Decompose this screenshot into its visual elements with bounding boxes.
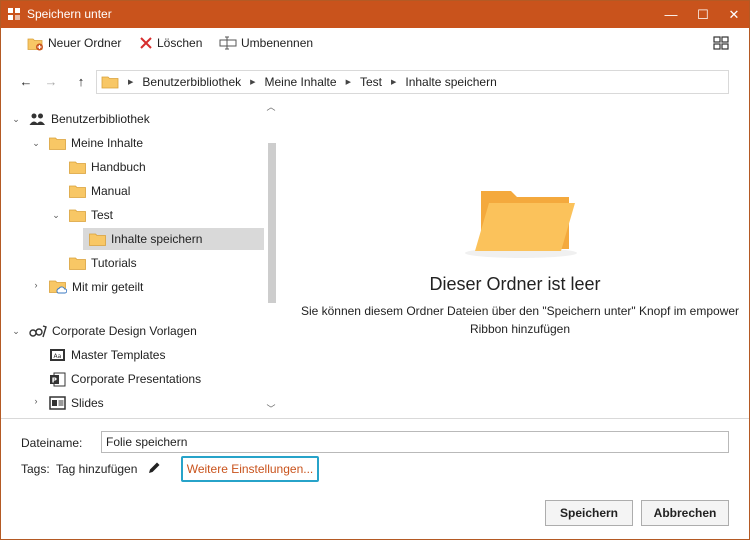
breadcrumb-item[interactable]: Test [360, 75, 382, 89]
view-grid-icon[interactable] [713, 35, 729, 51]
save-as-dialog: Speichern unter — ☐ ✕ Neuer Ordner Lösch… [0, 0, 750, 540]
breadcrumb-item[interactable]: Meine Inhalte [265, 75, 337, 89]
tree-item-slides[interactable]: Slides [49, 392, 104, 414]
scroll-down-icon[interactable]: ﹀ [264, 402, 278, 416]
tree-label: Handbuch [91, 160, 146, 174]
rename-label: Umbenennen [241, 36, 314, 50]
empty-description-line: Sie können diesem Ordner Dateien über de… [300, 304, 740, 318]
folder-icon [69, 257, 86, 270]
save-form: Dateiname: Tags: Tag hinzufügen Weitere … [1, 419, 749, 539]
tree-label: Master Templates [71, 348, 166, 362]
tree-item-user-library[interactable]: Benutzerbibliothek [29, 108, 150, 130]
folder-content-area: Dieser Ordner ist leer Sie können diesem… [281, 98, 749, 418]
folder-icon [69, 185, 86, 198]
close-button[interactable]: ✕ [719, 1, 749, 28]
tree-item-handbuch[interactable]: Handbuch [69, 156, 146, 178]
chevron-down-icon[interactable]: ⌄ [11, 114, 21, 125]
new-folder-icon [27, 38, 43, 50]
tree-item-manual[interactable]: Manual [69, 180, 130, 202]
folder-icon [69, 209, 86, 222]
empty-description-line: Ribbon hinzufügen [469, 322, 571, 336]
chevron-right-icon: ▶ [345, 79, 351, 86]
breadcrumb-item[interactable]: Benutzerbibliothek [142, 75, 241, 89]
tree-item-tutorials[interactable]: Tutorials [69, 252, 137, 274]
chevron-right-icon[interactable]: › [31, 396, 41, 406]
tree-label: Mit mir geteilt [72, 280, 144, 294]
tree-label: Benutzerbibliothek [51, 112, 150, 126]
more-settings-link[interactable]: Weitere Einstellungen... [181, 456, 319, 482]
cancel-button[interactable]: Abbrechen [641, 500, 729, 526]
filename-input[interactable] [101, 431, 729, 453]
empty-folder-icon [465, 191, 577, 258]
tree-label: Slides [71, 396, 104, 410]
chevron-down-icon[interactable]: ⌄ [51, 210, 61, 221]
tree-label: Inhalte speichern [111, 232, 203, 246]
scrollbar-thumb[interactable] [268, 143, 276, 303]
tree-item-cd-templates[interactable]: Corporate Design Vorlagen [29, 320, 197, 342]
app-logo-icon [8, 8, 20, 20]
forward-button[interactable]: → [43, 74, 59, 90]
tree-item-shared-with-me[interactable]: Mit mir geteilt [49, 276, 143, 298]
tree-label: Corporate Design Vorlagen [52, 324, 197, 338]
folder-tree: ⌄ Benutzerbibliothek ⌄ Meine Inhalte Han… [1, 98, 281, 418]
tree-label: Tutorials [91, 256, 137, 270]
tree-label: Test [91, 208, 114, 222]
address-bar[interactable]: ▶ Benutzerbibliothek ▶ Meine Inhalte ▶ T… [96, 70, 729, 94]
tree-label: Manual [91, 184, 131, 198]
minimize-button[interactable]: — [656, 1, 686, 28]
chevron-right-icon[interactable]: › [31, 280, 41, 290]
toolbar: Neuer Ordner Löschen Umbenennen [1, 28, 749, 58]
tree-item-corporate-presentations[interactable]: P Corporate Presentations [49, 368, 201, 390]
tags-label: Tags: [21, 462, 50, 476]
svg-text:P: P [52, 376, 57, 384]
window-title: Speichern unter [27, 7, 112, 21]
chevron-down-icon[interactable]: ⌄ [11, 326, 21, 337]
users-icon [29, 113, 45, 125]
tree-item-save-content[interactable]: Inhalte speichern [83, 228, 264, 250]
tree-label: Corporate Presentations [71, 372, 202, 386]
powerpoint-icon: P [50, 372, 66, 386]
slides-icon [49, 396, 66, 410]
tree-label: Meine Inhalte [71, 136, 144, 150]
delete-button[interactable]: Löschen [139, 34, 202, 52]
folder-icon [49, 137, 66, 150]
pencil-icon[interactable] [147, 461, 161, 475]
breadcrumb-item[interactable]: Inhalte speichern [405, 75, 496, 89]
filename-label: Dateiname: [21, 436, 83, 450]
chevron-right-icon: ▶ [390, 79, 397, 86]
chevron-right-icon: ▶ [250, 79, 256, 86]
tree-item-test[interactable]: Test [69, 204, 113, 226]
rename-button[interactable]: Umbenennen [219, 34, 313, 52]
rename-icon [219, 36, 237, 50]
back-button[interactable]: ← [18, 74, 34, 90]
scroll-up-icon[interactable]: ︿ [264, 100, 278, 114]
empty-folder-description: Sie können diesem Ordner Dateien über de… [295, 302, 745, 338]
chevron-right-icon: ▶ [128, 79, 134, 86]
chevron-down-icon[interactable]: ⌄ [31, 138, 41, 149]
navigation-bar: ← → ↑ ▶ Benutzerbibliothek ▶ Meine Inhal… [1, 66, 749, 98]
delete-label: Löschen [157, 36, 203, 50]
empty-folder-title: Dieser Ordner ist leer [429, 274, 601, 294]
new-folder-label: Neuer Ordner [48, 36, 122, 50]
shared-folder-icon [49, 280, 67, 294]
save-button[interactable]: Speichern [545, 500, 633, 526]
tree-scrollbar[interactable]: ︿ ﹀ [264, 98, 278, 418]
new-folder-button[interactable]: Neuer Ordner [27, 34, 121, 52]
tree-item-my-content[interactable]: Meine Inhalte [49, 132, 143, 154]
folder-icon [89, 233, 106, 246]
folder-icon [101, 76, 119, 89]
master-template-icon: Aa [50, 349, 65, 361]
folder-icon [69, 161, 86, 174]
svg-text:Aa: Aa [54, 353, 62, 360]
up-button[interactable]: ↑ [73, 74, 89, 90]
design-templates-icon [29, 325, 47, 338]
delete-x-icon [140, 37, 152, 49]
tree-item-master-templates[interactable]: Aa Master Templates [49, 344, 165, 366]
maximize-button[interactable]: ☐ [688, 1, 718, 28]
title-bar[interactable]: Speichern unter — ☐ ✕ [1, 1, 749, 28]
add-tag-link[interactable]: Tag hinzufügen [56, 462, 137, 476]
